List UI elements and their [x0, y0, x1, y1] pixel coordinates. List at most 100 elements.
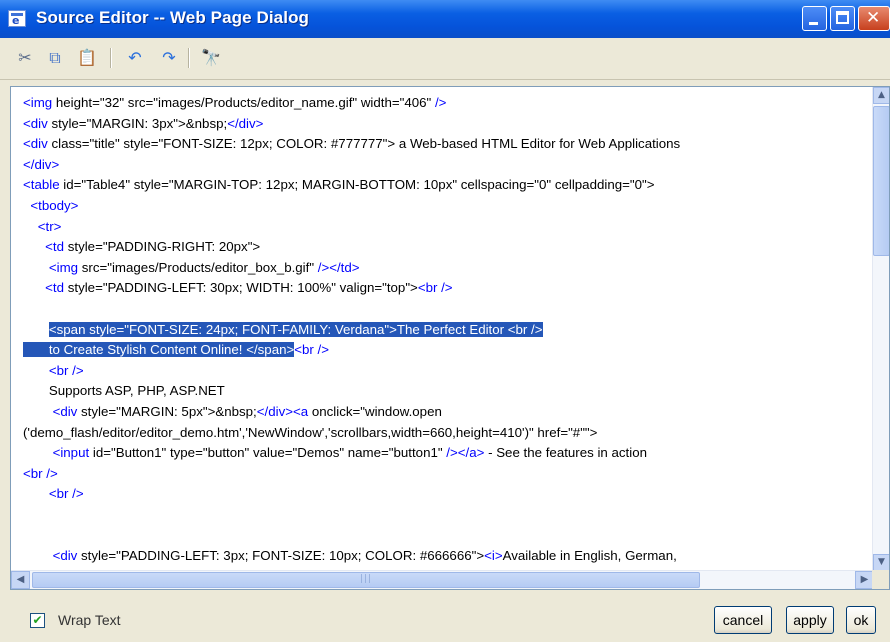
vertical-scrollbar[interactable]: ▲ ▼ [872, 87, 889, 571]
html-tag: /></td> [317, 259, 360, 275]
wrap-text-checkbox[interactable]: ✔ [30, 613, 45, 628]
code-line[interactable]: to Create Stylish Content Online! </span… [23, 340, 863, 361]
html-tag: <tr> [37, 218, 62, 234]
html-tag: </td> [53, 589, 83, 590]
html-tag: <td [45, 239, 68, 255]
window-title: Source Editor -- Web Page Dialog [36, 8, 310, 27]
html-tag: /></a> [446, 445, 485, 461]
code-text: id="Button1" type="button" value="Demos"… [92, 445, 447, 461]
scroll-up-icon[interactable]: ▲ [873, 87, 889, 104]
code-line[interactable]: <br /> [23, 361, 863, 382]
code-line[interactable]: <div style="MARGIN: 5px">&nbsp;</div><a … [23, 402, 863, 423]
html-tag: <td [45, 280, 68, 296]
html-tag: <br /> [48, 362, 84, 378]
close-button[interactable] [858, 6, 890, 31]
code-line[interactable]: <img height="32" src="images/Products/ed… [23, 93, 863, 114]
toolbar: ✂ ⧉ 📋 ↶ ↷ 🔭 [0, 38, 890, 80]
code-text: height="32" src="images/Products/editor_… [55, 95, 435, 110]
html-tag: <div [52, 548, 82, 564]
html-tag: </div> [227, 115, 264, 131]
code-line[interactable]: </div> [23, 155, 863, 176]
cut-icon[interactable]: ✂ [14, 47, 36, 69]
title-bar[interactable]: Source Editor -- Web Page Dialog [0, 0, 890, 38]
code-line[interactable]: <td style="PADDING-LEFT: 30px; WIDTH: 10… [23, 278, 863, 299]
html-tag: <br /> [417, 280, 453, 296]
code-line[interactable]: <div style="PADDING-LEFT: 3px; FONT-SIZE… [23, 546, 863, 567]
html-tag: <table [23, 177, 64, 193]
html-tag: <br /> [294, 342, 330, 358]
code-text: ('demo_flash/editor/editor_demo.htm','Ne… [23, 424, 598, 440]
html-tag: /> [434, 95, 447, 110]
code-text: - See the features in action [484, 445, 647, 461]
code-line[interactable]: ('demo_flash/editor/editor_demo.htm','Ne… [23, 423, 863, 444]
minimize-button[interactable] [802, 6, 827, 31]
toolbar-separator [110, 48, 112, 68]
horizontal-scrollbar[interactable]: ◀ ||| ▶ [11, 570, 889, 589]
redo-icon[interactable]: ↷ [158, 47, 180, 69]
vertical-scroll-thumb[interactable] [873, 106, 889, 256]
paste-icon[interactable]: 📋 [76, 47, 98, 69]
html-tag: <i> [484, 548, 503, 564]
find-icon[interactable]: 🔭 [200, 47, 222, 69]
html-tag: <tbody> [30, 197, 79, 213]
code-line[interactable]: <td style="PADDING-RIGHT: 20px"> [23, 237, 863, 258]
source-editor[interactable]: <img height="32" src="images/Products/ed… [10, 86, 890, 590]
html-tag: <br /> [48, 486, 84, 502]
html-tag: <div [23, 115, 52, 131]
selected-text: <span style="FONT-SIZE: 24px; FONT-FAMIL… [48, 321, 543, 337]
horizontal-scroll-thumb[interactable]: ||| [32, 572, 700, 588]
code-text: onclick="window.open [311, 403, 442, 419]
cancel-button[interactable]: cancel [714, 606, 772, 634]
code-line[interactable]: <span style="FONT-SIZE: 24px; FONT-FAMIL… [23, 320, 863, 341]
code-line[interactable]: <br /> [23, 484, 863, 505]
code-line[interactable]: <tr> [23, 217, 863, 238]
ok-button[interactable]: ok [846, 606, 876, 634]
code-line[interactable] [23, 299, 863, 320]
html-tag: <img [48, 259, 82, 275]
html-tag: <div [52, 403, 82, 419]
code-text: style="PADDING-LEFT: 30px; WIDTH: 100%" … [67, 280, 418, 296]
copy-icon[interactable]: ⧉ [44, 47, 66, 69]
code-line[interactable]: <div style="MARGIN: 3px">&nbsp;</div> [23, 114, 863, 135]
html-tag: <br /> [23, 465, 58, 481]
code-line[interactable]: <img src="images/Products/editor_box_b.g… [23, 258, 863, 279]
apply-button[interactable]: apply [786, 606, 834, 634]
wrap-text-label: Wrap Text [58, 612, 121, 628]
scroll-left-icon[interactable]: ◀ [11, 571, 30, 589]
scroll-down-icon[interactable]: ▼ [873, 554, 889, 571]
code-text: style="MARGIN: 5px">&nbsp; [81, 403, 257, 419]
code-line[interactable] [23, 525, 863, 546]
code-text: Supports ASP, PHP, ASP.NET [23, 383, 225, 399]
code-text: src="images/Products/editor_box_b.gif" [81, 259, 318, 275]
code-line[interactable]: <tbody> [23, 196, 863, 217]
code-line[interactable]: Supports ASP, PHP, ASP.NET [23, 381, 863, 402]
code-line[interactable]: <br /> [23, 464, 863, 485]
scroll-corner [872, 570, 889, 589]
code-line[interactable] [23, 505, 863, 526]
code-line[interactable]: <input id="Button1" type="button" value=… [23, 443, 863, 464]
code-line[interactable]: <div class="title" style="FONT-SIZE: 12p… [23, 134, 863, 155]
maximize-button[interactable] [830, 6, 855, 31]
html-tag: </div> [23, 156, 60, 172]
code-line[interactable]: <table id="Table4" style="MARGIN-TOP: 12… [23, 175, 863, 196]
ie-document-icon [8, 10, 26, 27]
selected-text: to Create Stylish Content Online! </span… [23, 342, 295, 358]
source-code[interactable]: <img height="32" src="images/Products/ed… [23, 93, 863, 590]
html-tag: <input [52, 445, 93, 461]
code-text: class="title" style="FONT-SIZE: 12px; CO… [51, 136, 681, 152]
undo-icon[interactable]: ↶ [124, 47, 146, 69]
code-text: style="PADDING-RIGHT: 20px"> [67, 239, 261, 255]
code-text: id="Table4" style="MARGIN-TOP: 12px; MAR… [63, 177, 655, 193]
code-text: style="PADDING-LEFT: 3px; FONT-SIZE: 10p… [81, 548, 485, 564]
toolbar-separator [188, 48, 190, 68]
